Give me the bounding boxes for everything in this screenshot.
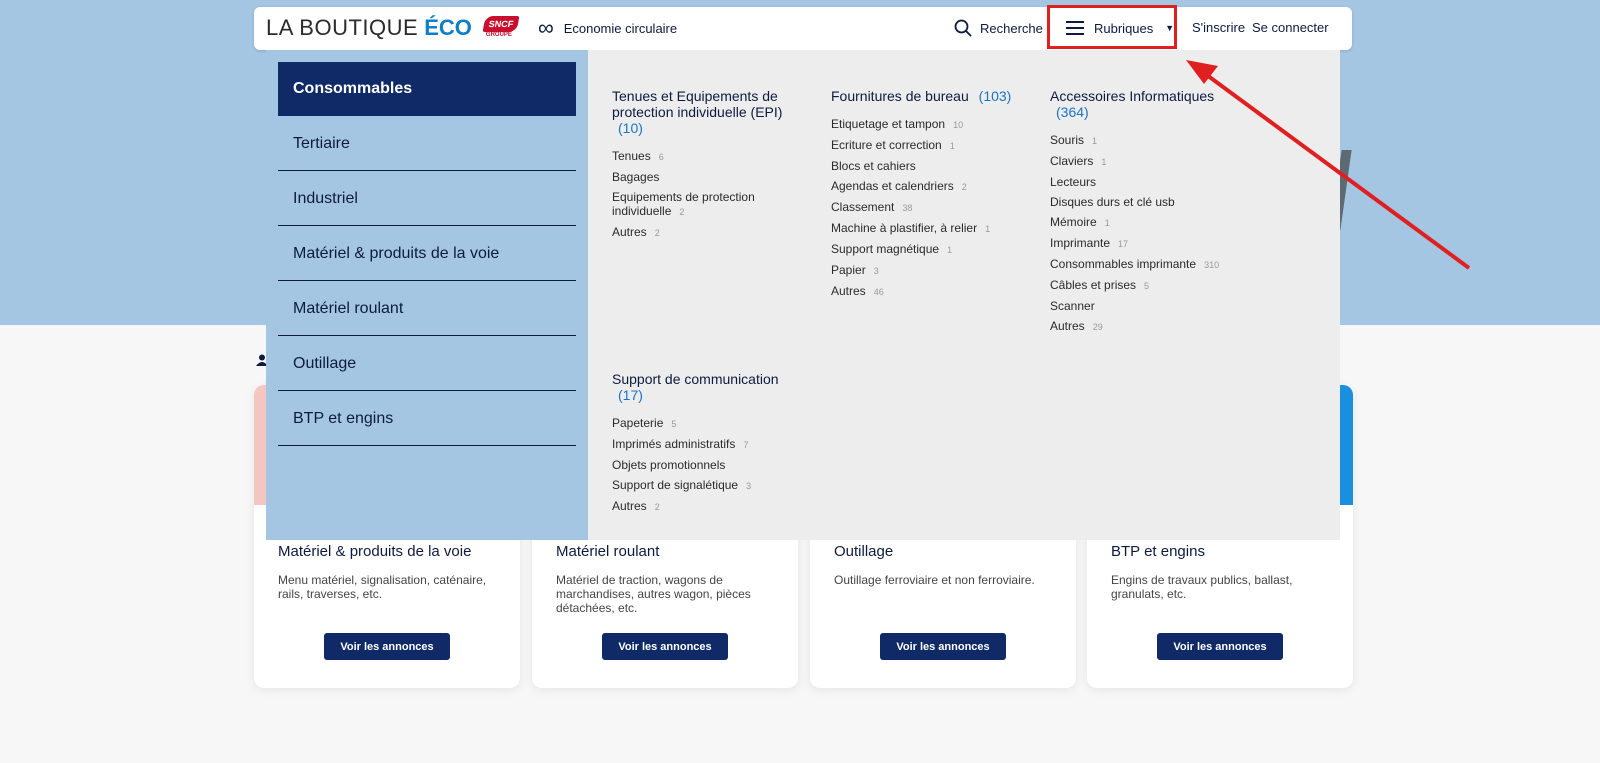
sncf-logo: SNCF GROUPE (482, 16, 520, 40)
menu-heading-count: (17) (618, 387, 643, 403)
view-listings-button[interactable]: Voir les annonces (602, 633, 728, 660)
menu-column-bureau: Fournitures de bureau (103) Etiquetage e… (831, 88, 1031, 305)
view-listings-button[interactable]: Voir les annonces (880, 633, 1006, 660)
sidebar-item-consommables[interactable]: Consommables (278, 62, 576, 116)
circular-economy-link[interactable]: ∞ Economie circulaire (538, 15, 678, 40)
infinity-icon: ∞ (538, 15, 554, 40)
mega-menu: Consommables Tertiaire Industriel Matéri… (266, 50, 1340, 540)
sidebar-item-btp[interactable]: BTP et engins (278, 392, 576, 446)
view-listings-button[interactable]: Voir les annonces (324, 633, 450, 660)
menu-heading[interactable]: Fournitures de bureau (103) (831, 88, 1031, 104)
menu-item[interactable]: Blocs et cahiers (831, 159, 1031, 173)
menu-item[interactable]: Disques durs et clé usb (1050, 195, 1250, 209)
menu-item[interactable]: Equipements de protection individuelle 2 (612, 190, 802, 219)
menu-item[interactable]: Etiquetage et tampon 10 (831, 117, 1031, 132)
card-title: Outillage (834, 543, 894, 560)
search-button[interactable]: Recherche (954, 19, 1043, 37)
card-title: Matériel roulant (556, 543, 660, 560)
card-description: Menu matériel, signalisation, caténaire,… (278, 573, 487, 601)
sidebar-item-industriel[interactable]: Industriel (278, 172, 576, 226)
menu-item[interactable]: Lecteurs (1050, 175, 1250, 189)
menu-item[interactable]: Machine à plastifier, à relier 1 (831, 221, 1031, 236)
sidebar-item-materiel-roulant[interactable]: Matériel roulant (278, 282, 576, 336)
menu-heading-count: (103) (978, 88, 1012, 104)
menu-item[interactable]: Objets promotionnels (612, 458, 802, 472)
site-logo[interactable]: LA BOUTIQUE ÉCO SNCF GROUPE (266, 13, 520, 43)
menu-item[interactable]: Mémoire 1 (1050, 215, 1250, 230)
sidebar-item-tertiaire[interactable]: Tertiaire (278, 117, 576, 171)
logo-eco: ÉCO (424, 15, 472, 40)
menu-item[interactable]: Classement 38 (831, 200, 1031, 215)
menu-heading-count: (364) (1056, 104, 1089, 120)
sidebar-item-materiel-voie[interactable]: Matériel & produits de la voie (278, 227, 576, 281)
sncf-badge: SNCF (482, 16, 520, 32)
menu-heading-count: (10) (618, 120, 643, 136)
category-sidebar: Consommables Tertiaire Industriel Matéri… (266, 50, 588, 540)
card-description: Outillage ferroviaire et non ferroviaire… (834, 573, 1035, 587)
login-link[interactable]: Se connecter (1252, 20, 1329, 35)
menu-item[interactable]: Autres 2 (612, 499, 802, 514)
menu-item[interactable]: Support de signalétique 3 (612, 478, 802, 493)
menu-item[interactable]: Autres 2 (612, 225, 802, 240)
menu-item[interactable]: Scanner (1050, 299, 1250, 313)
search-label: Recherche (980, 20, 1043, 36)
menu-item[interactable]: Papier 3 (831, 263, 1031, 278)
menu-item[interactable]: Souris 1 (1050, 133, 1250, 148)
menu-column-epi: Tenues et Equipements de protection indi… (612, 88, 802, 246)
top-navbar: LA BOUTIQUE ÉCO SNCF GROUPE ∞ Economie c… (254, 7, 1352, 50)
menu-item[interactable]: Tenues 6 (612, 149, 802, 164)
menu-item[interactable]: Ecriture et correction 1 (831, 138, 1031, 153)
menu-item[interactable]: Imprimante 17 (1050, 236, 1250, 251)
menu-item[interactable]: Support magnétique 1 (831, 242, 1031, 257)
menu-item[interactable]: Câbles et prises 5 (1050, 278, 1250, 293)
menu-item[interactable]: Autres 46 (831, 284, 1031, 299)
menu-item[interactable]: Papeterie 5 (612, 416, 802, 431)
card-title: BTP et engins (1111, 543, 1205, 560)
signup-link[interactable]: S'inscrire (1192, 20, 1245, 35)
menu-item[interactable]: Consommables imprimante 310 (1050, 257, 1250, 272)
menu-column-info: Accessoires Informatiques (364) Souris 1 … (1050, 88, 1250, 340)
sidebar-item-outillage[interactable]: Outillage (278, 337, 576, 391)
menu-item[interactable]: Imprimés administratifs 7 (612, 437, 802, 452)
menu-item[interactable]: Agendas et calendriers 2 (831, 179, 1031, 194)
circular-economy-label: Economie circulaire (563, 20, 678, 36)
menu-heading[interactable]: Support de communication (17) (612, 371, 802, 403)
card-title: Matériel & produits de la voie (278, 543, 472, 560)
menu-item[interactable]: Autres 29 (1050, 319, 1250, 334)
view-listings-button[interactable]: Voir les annonces (1157, 633, 1283, 660)
highlight-box (1047, 5, 1177, 49)
sncf-group: GROUPE (485, 32, 512, 38)
card-description: Engins de travaux publics, ballast, gran… (1111, 573, 1293, 601)
menu-column-communication: Support de communication (17) Papeterie 5… (612, 371, 802, 520)
card-description: Matériel de traction, wagons de marchand… (556, 573, 751, 615)
menu-item[interactable]: Claviers 1 (1050, 154, 1250, 169)
menu-heading[interactable]: Tenues et Equipements de protection indi… (612, 88, 802, 136)
menu-item[interactable]: Bagages (612, 170, 802, 184)
logo-text: LA BOUTIQUE (266, 15, 419, 40)
search-icon (954, 19, 972, 37)
menu-heading[interactable]: Accessoires Informatiques (364) (1050, 88, 1250, 120)
